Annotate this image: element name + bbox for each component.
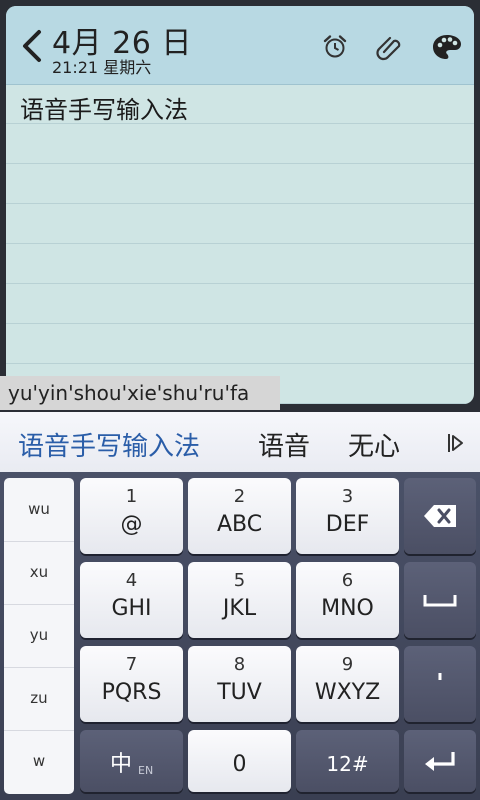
pinyin-option[interactable]: xu [4, 541, 74, 605]
candidate-more-icon[interactable] [440, 428, 470, 458]
key-9[interactable]: 9 WXYZ [296, 646, 399, 722]
space-icon [404, 562, 476, 638]
candidate-3[interactable]: 无心 [348, 426, 400, 463]
key-digit: 3 [341, 486, 354, 507]
key-letters: WXYZ [314, 680, 381, 705]
key-1[interactable]: 1 @ [80, 478, 183, 554]
pinyin-option[interactable]: yu [4, 604, 74, 668]
key-letters: ABC [216, 512, 263, 537]
language-switch-key[interactable]: 中 EN [80, 730, 183, 792]
key-4[interactable]: 4 GHI [80, 562, 183, 638]
key-letters: @ [120, 512, 143, 537]
symbols-key[interactable]: 12# [296, 730, 399, 792]
candidate-bar: 语音手写输入法 语音 无心 [0, 412, 480, 473]
key-digit: 1 [125, 486, 138, 507]
back-arrow-icon[interactable] [18, 28, 46, 64]
enter-icon [404, 730, 476, 792]
key-letters: DEF [325, 512, 370, 537]
key-digit: 0 [232, 752, 247, 777]
key-letters: TUV [217, 680, 262, 705]
note-body-text[interactable]: 语音手写输入法 [20, 90, 188, 125]
key-2[interactable]: 2 ABC [188, 478, 291, 554]
note-card: 4月 26 日 21:21 星期六 语音手写输入法 [6, 6, 474, 404]
pinyin-options-list: wu xu yu zu w [4, 478, 74, 794]
apostrophe-key[interactable]: ' [404, 646, 476, 722]
key-7[interactable]: 7 PQRS [80, 646, 183, 722]
key-digit: 5 [233, 570, 246, 591]
note-header: 4月 26 日 21:21 星期六 [6, 6, 474, 85]
apostrophe-label: ' [436, 669, 444, 699]
key-digit: 9 [341, 654, 354, 675]
t9-keyboard: wu xu yu zu w 1 @ 2 ABC 3 DEF 4 GHI 5 JK… [0, 472, 480, 800]
pinyin-option[interactable]: w [4, 730, 74, 793]
key-0[interactable]: 0 [188, 730, 291, 792]
note-lines [6, 84, 474, 404]
composing-pinyin: yu'yin'shou'xie'shu'ru'fa [0, 376, 280, 410]
key-letters: JKL [222, 596, 257, 621]
lang-chinese-label: 中 [110, 752, 133, 777]
backspace-key[interactable] [404, 478, 476, 554]
key-digit: 8 [233, 654, 246, 675]
symbols-label: 12# [326, 752, 369, 776]
enter-key[interactable] [404, 730, 476, 792]
candidate-2[interactable]: 语音 [258, 426, 310, 463]
lang-english-label: EN [138, 764, 154, 777]
key-digit: 2 [233, 486, 246, 507]
backspace-icon [404, 478, 476, 554]
key-8[interactable]: 8 TUV [188, 646, 291, 722]
pinyin-option[interactable]: zu [4, 667, 74, 731]
space-key[interactable] [404, 562, 476, 638]
key-3[interactable]: 3 DEF [296, 478, 399, 554]
palette-icon[interactable] [432, 32, 462, 62]
paperclip-icon[interactable] [374, 32, 404, 62]
note-time-weekday: 21:21 星期六 [52, 58, 152, 77]
key-digit: 4 [125, 570, 138, 591]
key-digit: 7 [125, 654, 138, 675]
key-letters: MNO [321, 596, 374, 621]
key-digit: 6 [341, 570, 354, 591]
key-6[interactable]: 6 MNO [296, 562, 399, 638]
key-letters: GHI [111, 596, 152, 621]
key-5[interactable]: 5 JKL [188, 562, 291, 638]
pinyin-option[interactable]: wu [4, 478, 74, 542]
key-letters: PQRS [101, 680, 162, 705]
alarm-icon[interactable] [320, 32, 350, 62]
candidate-1[interactable]: 语音手写输入法 [18, 426, 200, 463]
